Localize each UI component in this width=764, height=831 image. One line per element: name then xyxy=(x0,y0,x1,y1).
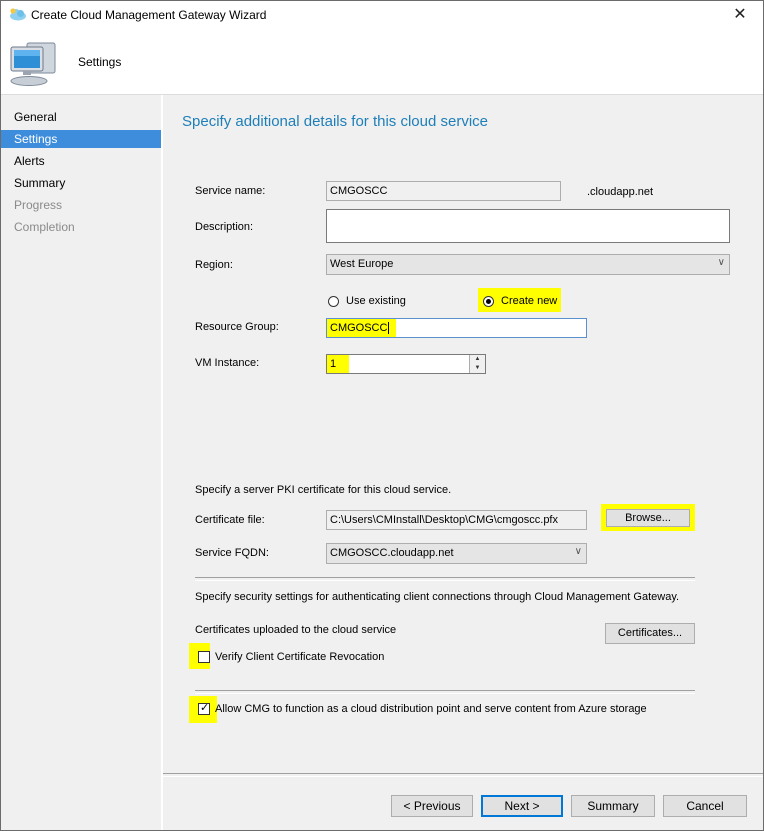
settings-page: Specify additional details for this clou… xyxy=(163,95,763,830)
cloud-icon xyxy=(10,8,26,21)
vm-instance-label: VM Instance: xyxy=(195,357,260,369)
resource-group-value: CMGOSCC xyxy=(330,322,388,334)
wizard-window: Create Cloud Management Gateway Wizard ✕… xyxy=(0,0,764,831)
nav-item-progress: Progress xyxy=(14,198,63,212)
chevron-down-icon: ∨ xyxy=(717,257,725,268)
region-label: Region: xyxy=(195,259,233,271)
nav-item-completion: Completion xyxy=(14,220,75,234)
certificates-uploaded-label: Certificates uploaded to the cloud servi… xyxy=(195,624,397,636)
service-name-suffix: .cloudapp.net xyxy=(587,186,654,198)
stepper-down-icon[interactable]: ▼ xyxy=(470,364,485,373)
title-bar: Create Cloud Management Gateway Wizard ✕ xyxy=(1,1,763,31)
previous-button[interactable]: < Previous xyxy=(391,795,473,817)
create-new-radio[interactable] xyxy=(483,296,494,307)
security-instructions: Specify security settings for authentica… xyxy=(195,591,680,603)
checkmark-icon: ✓ xyxy=(200,702,210,714)
cancel-button[interactable]: Cancel xyxy=(663,795,747,817)
separator xyxy=(195,690,695,694)
wizard-header: Settings xyxy=(1,31,763,95)
service-name-field[interactable]: CMGOSCC xyxy=(326,181,561,201)
chevron-down-icon: ∨ xyxy=(574,546,582,557)
window-title: Create Cloud Management Gateway Wizard xyxy=(31,8,267,22)
nav-item-alerts[interactable]: Alerts xyxy=(1,152,161,170)
service-fqdn-value: CMGOSCC.cloudapp.net xyxy=(330,547,454,559)
footer-separator xyxy=(163,773,763,777)
next-button[interactable]: Next > xyxy=(481,795,563,817)
header-title: Settings xyxy=(78,55,122,69)
certificates-button[interactable]: Certificates... xyxy=(605,623,695,644)
service-name-label: Service name: xyxy=(195,185,266,197)
service-fqdn-label: Service FQDN: xyxy=(195,547,269,559)
use-existing-label[interactable]: Use existing xyxy=(346,295,406,307)
certificate-file-label: Certificate file: xyxy=(195,514,265,526)
vm-instance-value: 1 xyxy=(330,358,337,370)
computer-icon xyxy=(10,42,56,86)
browse-button[interactable]: Browse... xyxy=(606,509,690,527)
page-title: Specify additional details for this clou… xyxy=(182,113,488,130)
vm-instance-stepper[interactable]: 1 ▲ ▼ xyxy=(326,354,486,374)
allow-cdp-label[interactable]: Allow CMG to function as a cloud distrib… xyxy=(215,703,647,715)
pki-instructions: Specify a server PKI certificate for thi… xyxy=(195,484,452,496)
stepper-buttons[interactable]: ▲ ▼ xyxy=(469,355,485,373)
radio-selected-dot xyxy=(486,299,491,304)
nav-item-settings[interactable]: Settings xyxy=(1,130,161,148)
nav-item-general[interactable]: General xyxy=(1,108,161,126)
description-field[interactable] xyxy=(326,209,730,243)
verify-revocation-checkbox[interactable] xyxy=(198,651,210,663)
resource-group-field[interactable]: CMGOSCC xyxy=(326,318,587,338)
service-fqdn-dropdown[interactable]: CMGOSCC.cloudapp.net ∨ xyxy=(326,543,587,564)
close-icon: ✕ xyxy=(733,6,747,23)
summary-button[interactable]: Summary xyxy=(571,795,655,817)
nav-item-summary[interactable]: Summary xyxy=(1,174,161,192)
create-new-label[interactable]: Create new xyxy=(501,295,557,307)
close-button[interactable]: ✕ xyxy=(717,1,763,31)
allow-cdp-checkbox[interactable]: ✓ xyxy=(198,702,210,715)
wizard-nav: General Settings Alerts Summary Progress… xyxy=(1,95,161,830)
region-value: West Europe xyxy=(330,258,394,270)
region-dropdown[interactable]: West Europe ∨ xyxy=(326,254,730,275)
separator xyxy=(195,577,695,581)
resource-group-label: Resource Group: xyxy=(195,321,279,333)
description-label: Description: xyxy=(195,221,254,233)
stepper-up-icon[interactable]: ▲ xyxy=(470,355,485,364)
use-existing-radio[interactable] xyxy=(328,296,339,307)
verify-revocation-label[interactable]: Verify Client Certificate Revocation xyxy=(215,651,384,663)
certificate-file-field[interactable]: C:\Users\CMInstall\Desktop\CMG\cmgoscc.p… xyxy=(326,510,587,530)
